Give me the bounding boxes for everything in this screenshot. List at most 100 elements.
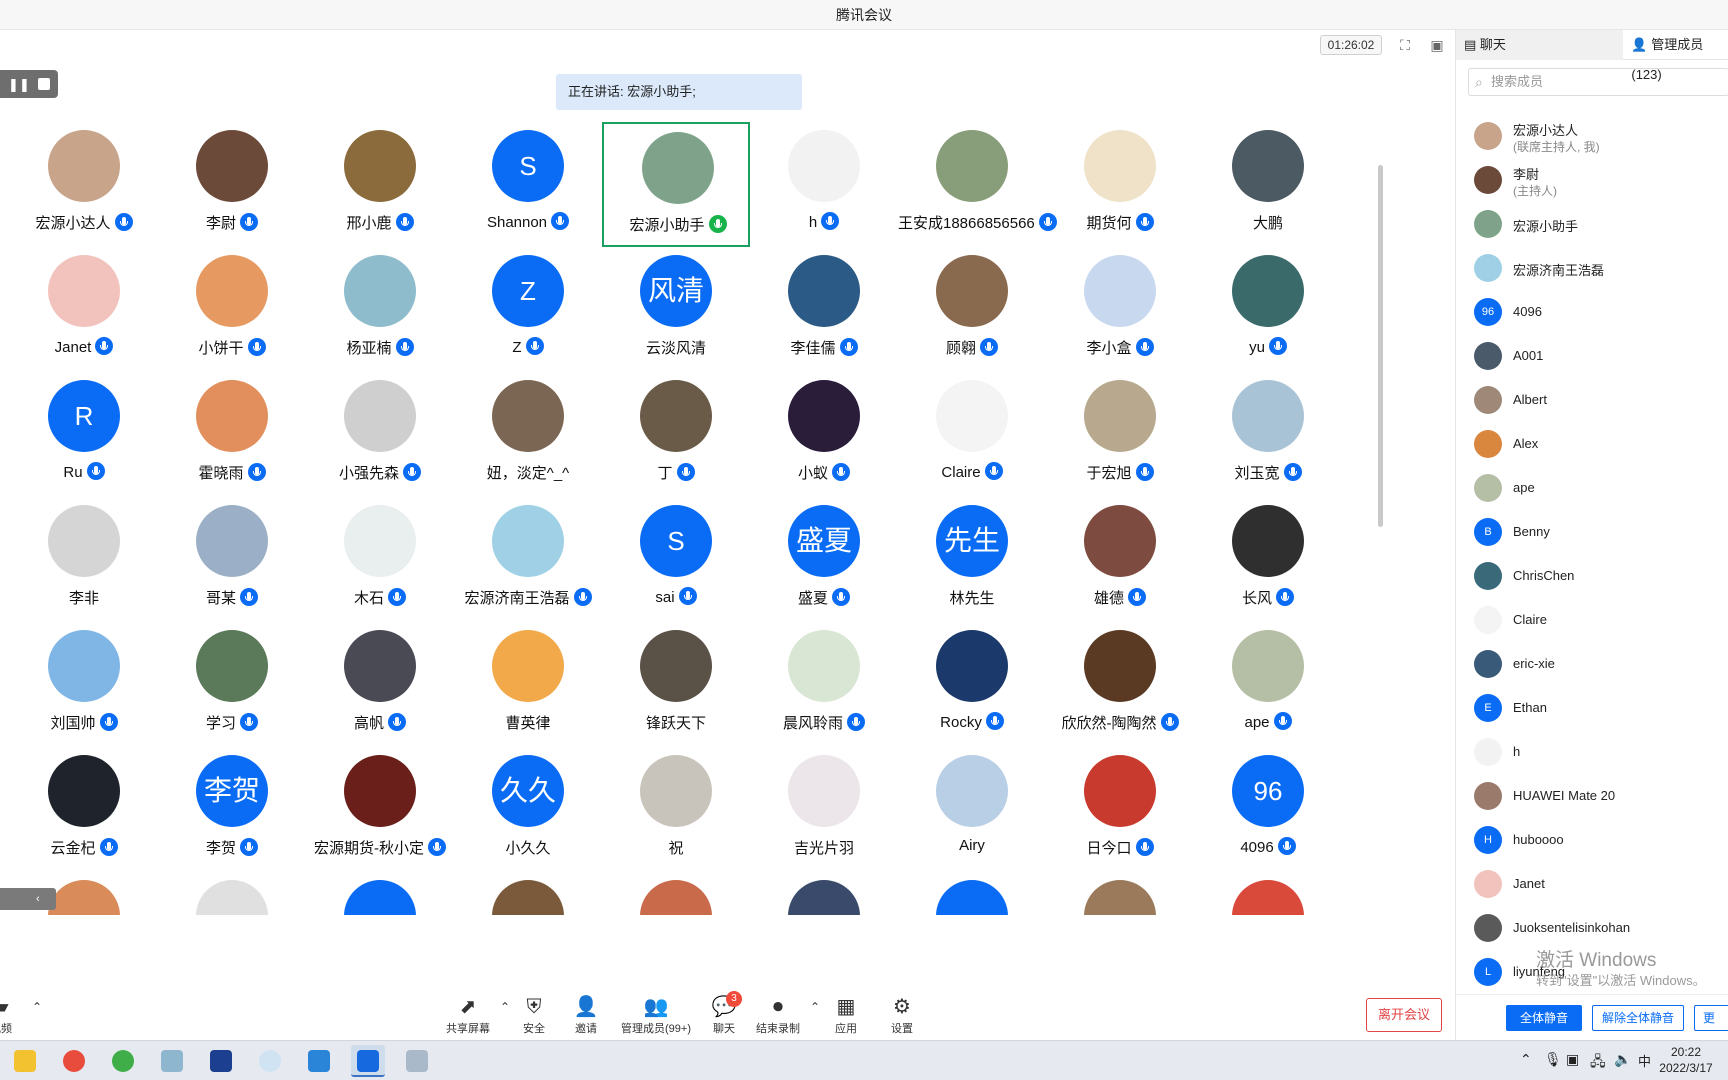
apps-button[interactable]: ▦ 应用 bbox=[816, 994, 876, 1038]
member-row[interactable]: Juoksentelisinkohan bbox=[1456, 906, 1728, 950]
participant-tile[interactable]: Claire bbox=[898, 372, 1046, 497]
tray-volume-icon[interactable]: 🔈 bbox=[1614, 1051, 1631, 1068]
participant-tile[interactable]: 锋跃天下 bbox=[602, 622, 750, 747]
chat-button[interactable]: 💬 聊天 bbox=[694, 994, 754, 1038]
participant-tile[interactable]: 刘玉宽 bbox=[1194, 372, 1342, 497]
participant-tile[interactable]: 大鹏 bbox=[1194, 122, 1342, 247]
participant-tile-partial[interactable] bbox=[306, 872, 454, 915]
participant-tile[interactable]: 李非 bbox=[10, 497, 158, 622]
app-taskbar-1[interactable] bbox=[155, 1045, 189, 1077]
participant-tile[interactable]: Ssai bbox=[602, 497, 750, 622]
participant-tile[interactable]: ZZ bbox=[454, 247, 602, 372]
participant-tile[interactable]: h bbox=[750, 122, 898, 247]
member-row[interactable]: Hhuboooo bbox=[1456, 818, 1728, 862]
member-row[interactable]: Janet bbox=[1456, 862, 1728, 906]
member-row[interactable]: Albert bbox=[1456, 378, 1728, 422]
participant-tile-partial[interactable] bbox=[1194, 872, 1342, 915]
participant-tile-partial[interactable] bbox=[602, 872, 750, 915]
pause-icon[interactable]: ❚❚ bbox=[8, 78, 30, 91]
participant-tile[interactable]: 木石 bbox=[306, 497, 454, 622]
participant-tile[interactable]: 96 4096 bbox=[1194, 747, 1342, 872]
tray-mic-icon[interactable]: 🎙 bbox=[1544, 1051, 1562, 1068]
manage-members-button[interactable]: 👥 管理成员(99+) bbox=[616, 994, 696, 1038]
participant-tile[interactable]: 邢小鹿 bbox=[306, 122, 454, 247]
participant-tile[interactable]: yu bbox=[1194, 247, 1342, 372]
participant-tile[interactable]: 丁 bbox=[602, 372, 750, 497]
participant-tile[interactable]: 盛夏 盛夏 bbox=[750, 497, 898, 622]
member-row[interactable]: B Benny bbox=[1456, 510, 1728, 554]
collapse-video-strip[interactable]: ‹ bbox=[0, 888, 56, 910]
member-row[interactable]: Alex bbox=[1456, 422, 1728, 466]
participant-tile-partial[interactable] bbox=[158, 872, 306, 915]
tray-app-icon[interactable]: ▣ bbox=[1566, 1051, 1579, 1068]
ie-taskbar[interactable] bbox=[106, 1045, 140, 1077]
participant-tile[interactable]: Janet bbox=[10, 247, 158, 372]
participant-tile[interactable]: 欣欣然-陶陶然 bbox=[1046, 622, 1194, 747]
invite-button[interactable]: 👤 邀请 bbox=[556, 994, 616, 1038]
settings-button[interactable]: ⚙ 设置 bbox=[872, 994, 932, 1038]
participant-tile[interactable]: 李尉 bbox=[158, 122, 306, 247]
member-row[interactable]: 李尉 (主持人) bbox=[1456, 158, 1728, 202]
file-explorer-taskbar[interactable] bbox=[8, 1045, 42, 1077]
participant-tile[interactable]: 云金杞 bbox=[10, 747, 158, 872]
participant-tile-partial[interactable] bbox=[1046, 872, 1194, 915]
app-taskbar-2[interactable] bbox=[204, 1045, 238, 1077]
participant-tile[interactable]: 小饼干 bbox=[158, 247, 306, 372]
tray-chevron-icon[interactable]: ⌃ bbox=[1520, 1051, 1532, 1068]
fullscreen-icon[interactable]: ⛶ bbox=[1394, 34, 1416, 56]
member-row[interactable]: 96 4096 bbox=[1456, 290, 1728, 334]
participant-tile[interactable]: 小蚁 bbox=[750, 372, 898, 497]
participant-tile[interactable]: 日今口 bbox=[1046, 747, 1194, 872]
participant-tile[interactable]: 高帆 bbox=[306, 622, 454, 747]
participant-tile[interactable]: 风清 云淡风清 bbox=[602, 247, 750, 372]
participant-tile[interactable]: 宏源济南王浩磊 bbox=[454, 497, 602, 622]
participant-tile[interactable]: 曹英律 bbox=[454, 622, 602, 747]
member-row[interactable]: 宏源小达人 (联席主持人, 我) bbox=[1456, 114, 1728, 158]
unmute-all-button[interactable]: 解除全体静音 bbox=[1592, 1005, 1684, 1031]
stop-recording-icon[interactable] bbox=[37, 78, 50, 90]
app-taskbar-5[interactable] bbox=[400, 1045, 434, 1077]
participant-tile[interactable]: 王安成18866856566 bbox=[898, 122, 1057, 247]
member-search-input[interactable]: 搜索成员 bbox=[1468, 68, 1728, 96]
member-row[interactable]: eric-xie bbox=[1456, 642, 1728, 686]
member-row[interactable]: 宏源小助手 bbox=[1456, 202, 1728, 246]
taskbar-clock[interactable]: 20:22 2022/3/17 bbox=[1650, 1044, 1722, 1076]
participant-tile[interactable]: 宏源期货-秋小定 bbox=[306, 747, 454, 872]
sidebar-toggle-icon[interactable]: ▣ bbox=[1426, 34, 1448, 56]
participant-tile-partial[interactable] bbox=[898, 872, 1046, 915]
participant-tile[interactable]: Airy bbox=[898, 747, 1046, 872]
participant-tile[interactable]: 久久 小久久 bbox=[454, 747, 602, 872]
member-row[interactable]: 宏源济南王浩磊 bbox=[1456, 246, 1728, 290]
share-screen-button[interactable]: ⬈ 共享屏幕 bbox=[438, 994, 498, 1038]
participant-tile[interactable]: 霍晓雨 bbox=[158, 372, 306, 497]
participant-tile[interactable]: 长风 bbox=[1194, 497, 1342, 622]
video-button[interactable]: ▰ 视频 bbox=[0, 994, 24, 1038]
end-recording-button[interactable]: ⏺ 结束录制 bbox=[748, 994, 808, 1038]
participant-tile[interactable]: 小强先森 bbox=[306, 372, 454, 497]
security-button[interactable]: ⛨ 安全 bbox=[504, 994, 564, 1038]
participant-tile[interactable]: R Ru bbox=[10, 372, 158, 497]
participant-tile-partial[interactable] bbox=[750, 872, 898, 915]
participant-tile[interactable]: 宏源小助手 bbox=[602, 122, 750, 247]
tray-network-icon[interactable]: 🖧 bbox=[1590, 1051, 1606, 1075]
participant-tile[interactable]: 杨亚楠 bbox=[306, 247, 454, 372]
participant-tile[interactable]: 李小盒 bbox=[1046, 247, 1194, 372]
tab-manage-members[interactable]: 👤 管理成员(123) bbox=[1623, 30, 1728, 82]
participant-tile[interactable]: Rocky bbox=[898, 622, 1046, 747]
tab-chat[interactable]: ▤ 聊天 bbox=[1456, 30, 1624, 60]
member-row[interactable]: ape bbox=[1456, 466, 1728, 510]
member-row[interactable]: A001 bbox=[1456, 334, 1728, 378]
participant-tile[interactable]: 于宏旭 bbox=[1046, 372, 1194, 497]
participant-tile[interactable]: 顾翱 bbox=[898, 247, 1046, 372]
participant-tile[interactable]: 李贺 李贺 bbox=[158, 747, 306, 872]
participant-tile-partial[interactable] bbox=[454, 872, 602, 915]
video-options-button[interactable]: ⌃ bbox=[24, 994, 44, 1038]
participant-tile[interactable]: 祝 bbox=[602, 747, 750, 872]
participant-tile[interactable]: S Shannon bbox=[454, 122, 602, 247]
participant-tile[interactable]: 雄德 bbox=[1046, 497, 1194, 622]
participant-tile[interactable]: 期货何 bbox=[1046, 122, 1194, 247]
leave-meeting-button[interactable]: 离开会议 bbox=[1366, 998, 1442, 1032]
member-row[interactable]: HUAWEI Mate 20 bbox=[1456, 774, 1728, 818]
app-taskbar-4[interactable] bbox=[302, 1045, 336, 1077]
chrome-taskbar[interactable] bbox=[57, 1045, 91, 1077]
